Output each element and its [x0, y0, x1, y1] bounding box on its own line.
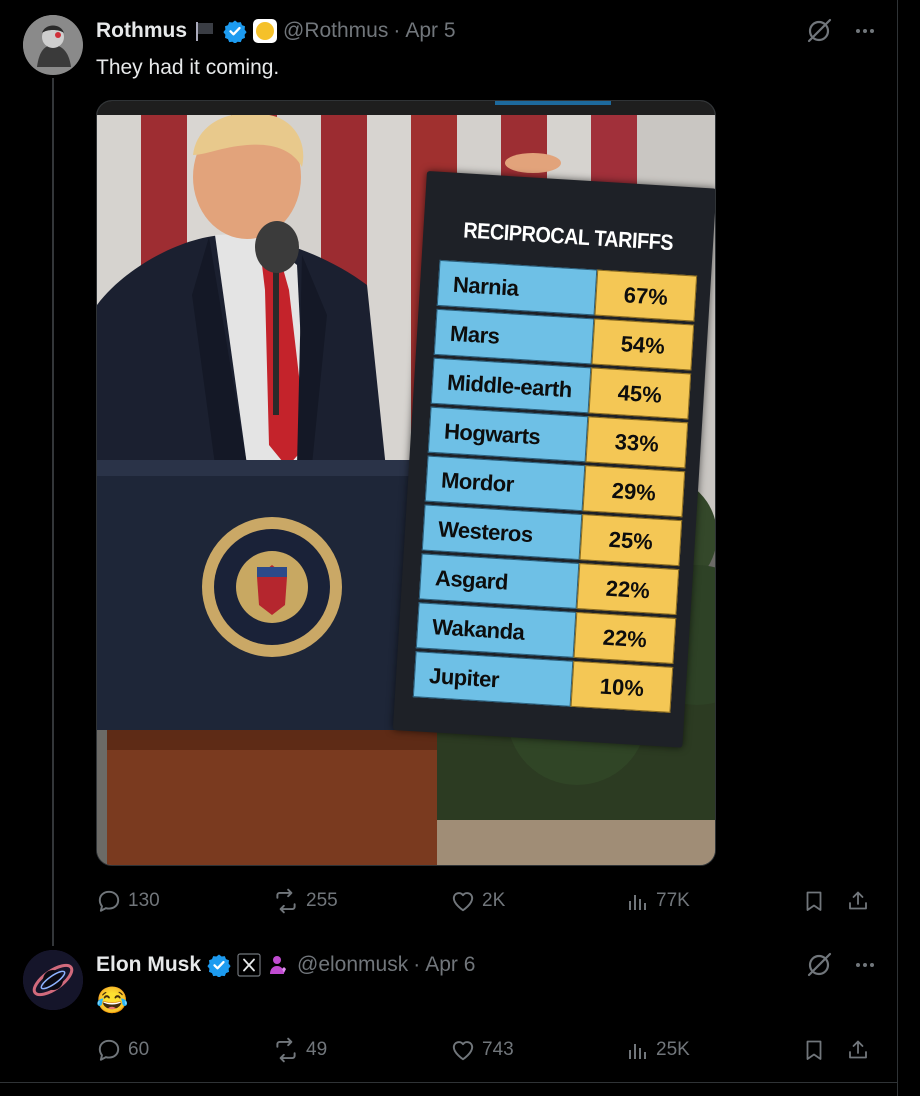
tweet-image[interactable]: RECIPROCAL TARIFFS Narnia 67% Mars 54% Mid… [96, 100, 716, 866]
board-country: Mars [433, 308, 595, 365]
avatar-elonmusk[interactable] [23, 950, 83, 1010]
board-rate: 54% [591, 318, 695, 371]
share-icon [849, 1040, 867, 1059]
repost-count: 49 [306, 1039, 328, 1060]
board-title: RECIPROCAL TARIFFS [462, 217, 674, 256]
like-button[interactable]: 2K [450, 886, 505, 916]
bookmark-icon [806, 891, 822, 911]
reply-button[interactable]: 60 [96, 1035, 149, 1065]
verified-badge-icon[interactable] [207, 953, 231, 977]
tweet-text: 😂 [96, 985, 129, 1015]
tweet-action-bar: 60 49 743 25K [96, 1035, 876, 1065]
tweet-header: Rothmus @Rothmus · Apr 5 [96, 16, 456, 46]
author-name[interactable]: Elon Musk [96, 953, 201, 977]
tweet-date[interactable]: Apr 5 [405, 19, 455, 43]
tweet-date[interactable]: Apr 6 [425, 953, 475, 977]
board-country: Middle-earth [430, 357, 592, 414]
board-country: Mordor [424, 455, 586, 512]
grok-icon[interactable] [805, 17, 833, 45]
board-country: Jupiter [412, 651, 574, 707]
tweet-divider [0, 1082, 898, 1083]
tweet-header: Elon Musk @elonmusk · Apr 6 [96, 950, 475, 980]
repost-icon [276, 888, 296, 914]
board-rate: 67% [594, 269, 698, 322]
reply-button[interactable]: 130 [96, 886, 160, 916]
reply-count: 60 [128, 1039, 150, 1060]
share-button[interactable] [846, 886, 870, 916]
yellow-circle-emoji [253, 19, 277, 43]
tweet-top-actions [805, 17, 877, 45]
bookmark-button[interactable] [802, 1035, 826, 1065]
board-country: Hogwarts [427, 406, 589, 463]
thread-connector-line [52, 78, 54, 946]
author-handle[interactable]: @Rothmus [283, 19, 388, 43]
views-chart-icon [629, 895, 646, 910]
board-country: Wakanda [415, 602, 577, 658]
media-top-bar [97, 101, 715, 115]
board-rate: 29% [582, 465, 686, 518]
tweet-top-actions [805, 951, 877, 979]
verified-badge-icon[interactable] [223, 19, 247, 43]
bookmark-button[interactable] [802, 886, 826, 916]
reply-icon [98, 890, 120, 912]
black-flag-icon [193, 19, 217, 43]
board-rows: Narnia 67% Mars 54% Middle-earth 45% Hogwar… [412, 259, 698, 716]
author-handle[interactable]: @elonmusk [297, 953, 408, 977]
grok-icon[interactable] [805, 951, 833, 979]
more-options-icon[interactable] [853, 19, 877, 43]
repost-count: 255 [306, 890, 338, 911]
like-count: 2K [482, 890, 506, 911]
board-country: Westeros [421, 504, 583, 561]
heart-icon [452, 892, 474, 912]
view-count: 77K [656, 890, 690, 911]
bookmark-icon [806, 1040, 822, 1060]
repost-icon [276, 1037, 296, 1063]
board-rate: 45% [588, 367, 692, 420]
person-emoji-icon [267, 953, 291, 977]
tweet-action-bar: 130 255 2K 77K [96, 886, 876, 916]
board-country: Asgard [418, 553, 580, 609]
more-options-icon[interactable] [853, 953, 877, 977]
column-right-border [897, 0, 898, 1096]
share-icon [849, 891, 867, 910]
like-count: 743 [482, 1039, 514, 1060]
repost-button[interactable]: 255 [272, 886, 338, 916]
board-country: Narnia [436, 259, 598, 316]
views-chart-icon [629, 1044, 646, 1059]
share-button[interactable] [846, 1035, 870, 1065]
separator-dot: · [413, 953, 421, 976]
board-rate: 10% [570, 660, 674, 713]
view-count: 25K [656, 1039, 690, 1060]
board-rate: 25% [579, 514, 683, 567]
board-rate: 22% [576, 563, 680, 616]
avatar-rothmus[interactable] [23, 15, 83, 75]
author-name[interactable]: Rothmus [96, 19, 187, 43]
heart-icon [452, 1041, 474, 1061]
reply-count: 130 [128, 890, 160, 911]
views-button[interactable]: 77K [626, 886, 690, 916]
views-button[interactable]: 25K [626, 1035, 690, 1065]
tariff-board: RECIPROCAL TARIFFS Narnia 67% Mars 54% Mid… [392, 171, 715, 748]
like-button[interactable]: 743 [450, 1035, 514, 1065]
board-rate: 33% [585, 416, 689, 469]
tweet-text: They had it coming. [96, 56, 280, 79]
repost-button[interactable]: 49 [272, 1035, 327, 1065]
x-logo-badge[interactable] [237, 953, 261, 977]
separator-dot: · [393, 19, 401, 42]
reply-icon [98, 1039, 120, 1061]
board-rate: 22% [573, 611, 677, 664]
